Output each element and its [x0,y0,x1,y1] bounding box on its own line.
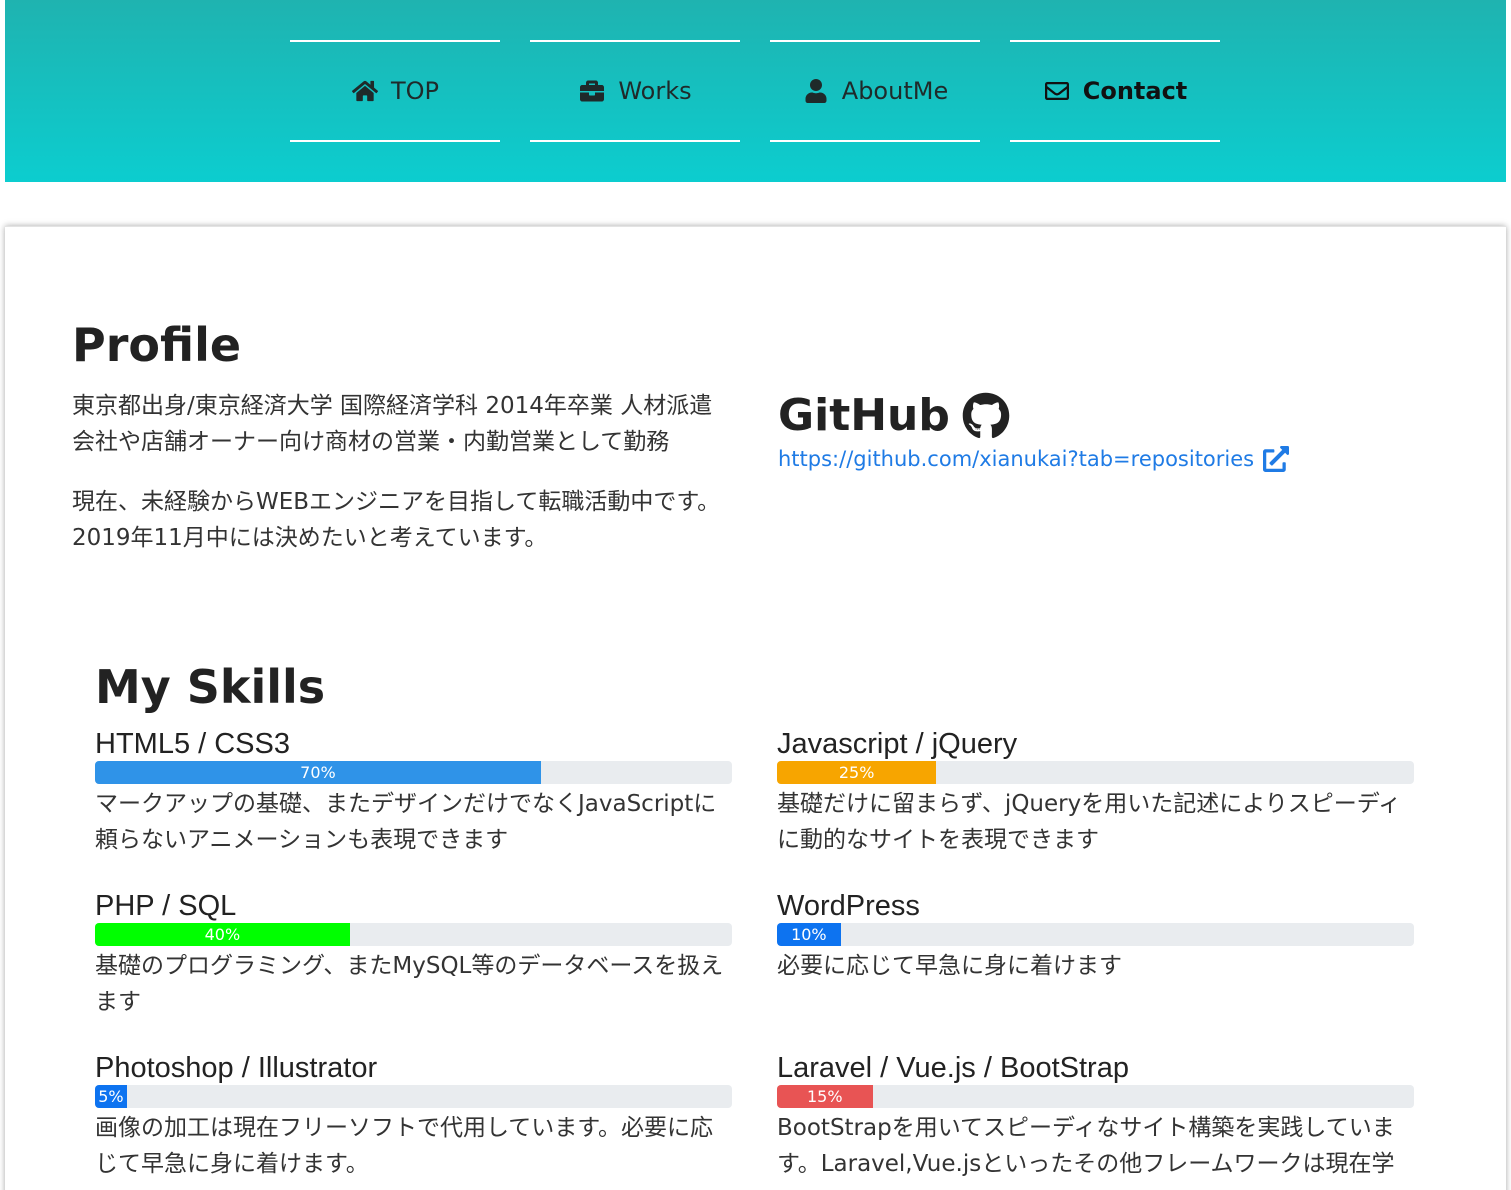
progress-bar: 10% [777,923,1414,946]
progress-bar: 15% [777,1085,1414,1108]
skill-item: PHP / SQL 40% 基礎のプログラミング、またMySQL等のデータベース… [95,889,733,1020]
nav-label-works: Works [618,77,692,105]
nav-item-aboutme[interactable]: AboutMe [770,40,980,142]
progress-fill: 10% [777,923,841,946]
progress-fill: 25% [777,761,937,784]
skill-name: Laravel / Vue.js / BootStrap [777,1052,1129,1084]
nav-item-works[interactable]: Works [530,40,740,142]
user-icon [802,78,830,104]
progress-fill: 5% [95,1085,127,1108]
skill-description: 基礎のプログラミング、またMySQL等のデータベースを扱えます [95,953,724,1015]
progress-fill: 40% [95,923,350,946]
progress-bar: 5% [95,1085,732,1108]
progress-fill: 70% [95,761,541,784]
skill-name: Photoshop / Illustrator [95,1052,378,1084]
profile-paragraph-1: 東京都出身/東京経済大学 国際経済学科 2014年卒業 人材派遣会社や店舗オーナ… [72,393,713,455]
home-icon [351,78,379,104]
progress-bar: 70% [95,761,732,784]
skill-description: 必要に応じて早急に身に着けます [777,953,1122,979]
skill-description: 基礎だけに留まらず、jQueryを用いた記述によりスピーディに動的なサイトを表現… [777,791,1402,853]
skill-item: HTML5 / CSS3 70% マークアップの基礎、またデザインだけでなくJa… [95,727,733,858]
skill-item: Laravel / Vue.js / BootStrap 15% BootStr… [777,1051,1415,1182]
github-icon [962,392,1010,438]
skill-item: Javascript / jQuery 25% 基礎だけに留まらず、jQuery… [777,727,1415,858]
briefcase-icon [578,78,606,104]
progress-bar: 40% [95,923,732,946]
nav-item-top[interactable]: TOP [290,40,500,142]
github-link[interactable]: https://github.com/xianukai?tab=reposito… [778,446,1290,472]
profile-text: 東京都出身/東京経済大学 国際経済学科 2014年卒業 人材派遣会社や店舗オーナ… [72,388,732,580]
external-link-icon [1263,446,1290,472]
skill-description: マークアップの基礎、またデザインだけでなくJavaScriptに頼らないアニメー… [95,791,717,853]
skills-title: My Skills [95,660,326,714]
progress-fill: 15% [777,1085,873,1108]
github-title: GitHub [778,390,1010,441]
header-nav: TOP Works AboutMe Contact [5,0,1506,182]
nav-label-contact: Contact [1082,77,1188,105]
nav-label-aboutme: AboutMe [841,77,949,105]
skill-description: 画像の加工は現在フリーソフトで代用しています。必要に応じて早急に身に着けます。 [95,1115,714,1177]
skill-name: WordPress [777,890,920,922]
profile-paragraph-2: 現在、未経験からWEBエンジニアを目指して転職活動中です。 2019年11月中に… [72,489,721,551]
skill-description: BootStrapを用いてスピーディなサイト構築を実践しています。Laravel… [777,1115,1395,1177]
github-link-text: https://github.com/xianukai?tab=reposito… [778,447,1255,471]
skill-name: PHP / SQL [95,890,237,922]
nav-item-contact[interactable]: Contact [1010,40,1220,142]
envelope-icon [1043,78,1071,104]
profile-title: Profile [72,318,242,372]
nav-label-top: TOP [390,77,440,105]
progress-bar: 25% [777,761,1414,784]
skill-name: HTML5 / CSS3 [95,728,290,760]
skill-item: WordPress 10% 必要に応じて早急に身に着けます [777,889,1415,984]
skill-name: Javascript / jQuery [777,728,1018,760]
github-title-text: GitHub [778,390,950,441]
skill-item: Photoshop / Illustrator 5% 画像の加工は現在フリーソフ… [95,1051,733,1182]
